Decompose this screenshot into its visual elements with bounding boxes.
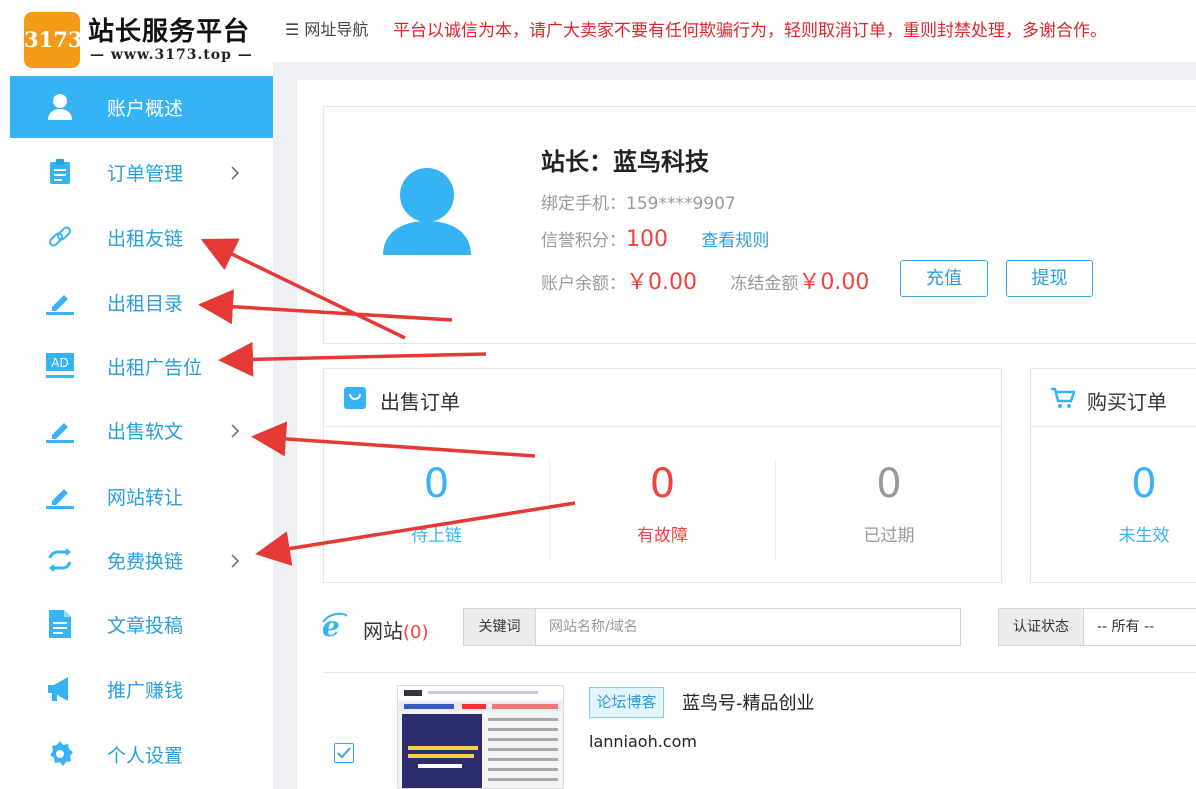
- phone-line: 绑定手机：159****9907: [541, 189, 736, 214]
- sidebar-item-label: 个人设置: [107, 744, 184, 767]
- sidebar-item-account-overview[interactable]: 账户概述: [10, 76, 273, 138]
- phone-value: 159****9907: [626, 194, 736, 214]
- sidebar-item-site-transfer[interactable]: 网站转让: [10, 466, 273, 526]
- sidebar-item-label: 出租广告位: [107, 356, 203, 379]
- sell-orders-title: 出售订单: [380, 390, 460, 414]
- sidebar-item-sell-articles[interactable]: 出售软文: [10, 400, 273, 460]
- sell-orders-header: 出售订单: [324, 369, 1001, 427]
- keyword-label: 关键词: [463, 608, 536, 646]
- logo-badge: 3173: [24, 12, 82, 68]
- shopping-bag-icon: [344, 387, 366, 409]
- site-name[interactable]: 蓝鸟号-精品创业: [682, 689, 815, 715]
- brand-title: 站长服务平台: [88, 17, 251, 47]
- site-screenshot-image: [398, 686, 563, 788]
- sidebar-item-label: 出售软文: [107, 420, 184, 443]
- sidebar-item-label: 账户概述: [107, 97, 184, 120]
- credit-label: 信誉积分：: [541, 231, 626, 251]
- sidebar-item-label: 订单管理: [107, 162, 184, 185]
- category-badge: 论坛博客: [589, 687, 664, 718]
- top-bar: ☰ 网址导航 平台以诚信为本，请广大卖家不要有任何欺骗行为，轻则取消订单，重则封…: [273, 0, 1196, 62]
- sidebar-item-promote-earn[interactable]: 推广赚钱: [10, 659, 273, 719]
- stat-label: 未生效: [1118, 526, 1170, 546]
- edit-icon: [46, 288, 74, 316]
- edit-icon: [46, 482, 74, 510]
- sidebar-item-personal-settings[interactable]: 个人设置: [10, 724, 273, 784]
- recharge-button[interactable]: 充值: [900, 260, 988, 297]
- stat-pending-link[interactable]: 0 待上链: [324, 459, 550, 559]
- balance-label: 账户余额：: [541, 274, 626, 294]
- stat-expired[interactable]: 0 已过期: [776, 459, 1002, 559]
- sidebar: 3173 站长服务平台 — www.3173.top — 账户概述 订单管理 出…: [10, 0, 273, 789]
- checkmark-icon: [337, 747, 351, 759]
- balance-value: ￥0.00: [626, 270, 697, 295]
- user-icon: [46, 93, 74, 121]
- credit-value: 100: [626, 227, 668, 252]
- chevron-right-icon: [228, 165, 242, 180]
- status-label: 认证状态: [998, 608, 1084, 646]
- sell-orders-panel: 出售订单 0 待上链 0 有故障 0 已过期: [323, 368, 1002, 583]
- stat-label: 已过期: [863, 526, 915, 546]
- sites-title: 网站(0): [363, 615, 429, 644]
- row-checkbox[interactable]: [334, 743, 354, 763]
- chevron-right-icon: [228, 553, 242, 568]
- sidebar-item-label: 推广赚钱: [107, 679, 184, 702]
- view-rules-link[interactable]: 查看规则: [701, 231, 769, 251]
- sidebar-item-label: 免费换链: [107, 550, 184, 573]
- buy-orders-panel: 购买订单 0 未生效: [1030, 368, 1196, 583]
- edit-icon: [46, 416, 74, 444]
- frozen-value: ￥0.00: [798, 270, 870, 295]
- document-icon: [46, 610, 74, 638]
- sidebar-item-rent-ad-slot[interactable]: AD 出租广告位: [10, 336, 273, 396]
- link-icon: [46, 223, 74, 251]
- sidebar-item-order-management[interactable]: 订单管理: [10, 142, 273, 202]
- stat-value: 0: [876, 461, 902, 507]
- stat-value: 0: [1131, 461, 1157, 507]
- site-thumbnail[interactable]: [397, 685, 564, 789]
- frozen-label: 冻结金额: [730, 274, 799, 294]
- megaphone-icon: [46, 675, 74, 703]
- withdraw-button[interactable]: 提现: [1006, 260, 1093, 297]
- notice-text: 平台以诚信为本，请广大卖家不要有任何欺骗行为，轻则取消订单，重则封禁处理，多谢合…: [393, 21, 1107, 41]
- clipboard-icon: [46, 158, 74, 186]
- sites-title-text: 网站: [363, 619, 403, 643]
- app-window: 3173 站长服务平台 — www.3173.top — 账户概述 订单管理 出…: [0, 0, 1196, 789]
- site-nav-button[interactable]: ☰ 网址导航: [285, 16, 368, 40]
- ie-icon: e: [322, 610, 348, 643]
- phone-label: 绑定手机：: [541, 194, 626, 214]
- sidebar-item-label: 出租目录: [107, 292, 184, 315]
- brand-logo[interactable]: 3173 站长服务平台 — www.3173.top —: [24, 9, 268, 71]
- ad-icon: AD: [46, 352, 74, 380]
- sidebar-item-article-submission[interactable]: 文章投稿: [10, 594, 273, 654]
- keyword-input[interactable]: 网站名称/域名: [536, 608, 961, 646]
- stat-label: 有故障: [637, 526, 688, 546]
- stat-faulty[interactable]: 0 有故障: [550, 459, 776, 559]
- stat-value: 0: [423, 461, 450, 507]
- buy-orders-header: 购买订单: [1031, 369, 1196, 427]
- avatar: [381, 167, 473, 255]
- sidebar-item-label: 文章投稿: [107, 614, 184, 637]
- stat-value: 0: [649, 461, 676, 507]
- sidebar-item-rent-directory[interactable]: 出租目录: [10, 272, 273, 332]
- chevron-right-icon: [228, 423, 242, 438]
- status-select[interactable]: -- 所有 --: [1084, 608, 1196, 646]
- divider: [323, 672, 1196, 673]
- stat-label: 待上链: [411, 526, 462, 546]
- credit-line: 信誉积分：100 查看规则: [541, 226, 769, 252]
- sites-count: (0): [403, 622, 429, 643]
- site-domain: lanniaoh.com: [589, 732, 697, 751]
- exchange-icon: [46, 546, 74, 574]
- svg-text:AD: AD: [51, 356, 68, 370]
- sidebar-item-free-link-exchange[interactable]: 免费换链: [10, 530, 273, 590]
- cart-icon: [1051, 387, 1076, 409]
- sidebar-item-label: 网站转让: [107, 486, 184, 509]
- stat-not-effective[interactable]: 0 未生效: [1031, 459, 1196, 559]
- owner-name: 站长：蓝鸟科技: [541, 148, 709, 176]
- buy-orders-title: 购买订单: [1087, 390, 1167, 414]
- brand-url: — www.3173.top —: [90, 47, 253, 63]
- settings-icon: [46, 740, 74, 768]
- sidebar-item-rent-links[interactable]: 出租友链: [10, 207, 273, 267]
- sidebar-item-label: 出租友链: [107, 227, 184, 250]
- balance-line: 账户余额：￥0.00 冻结金额￥0.00: [541, 264, 869, 296]
